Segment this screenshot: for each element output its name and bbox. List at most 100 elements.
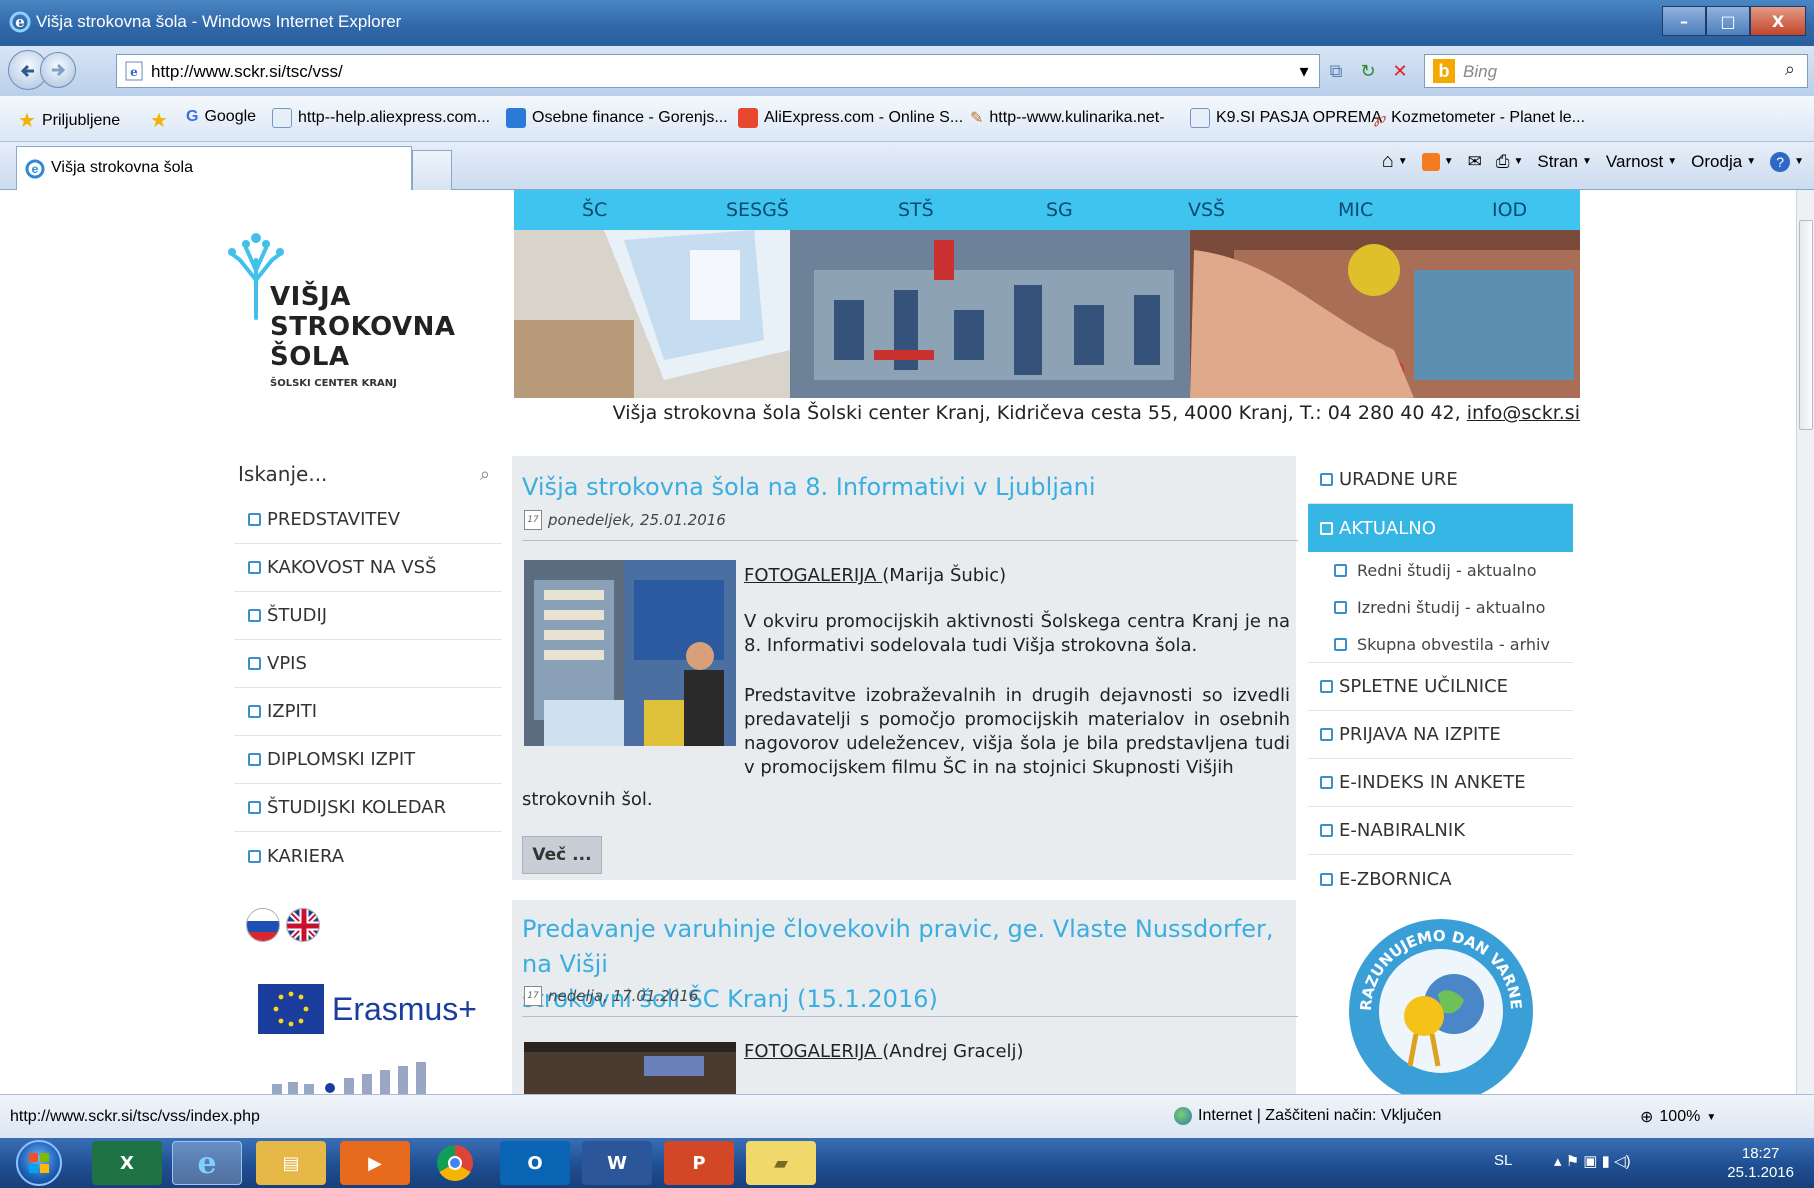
powerpoint-taskbar-icon[interactable]: P (664, 1141, 734, 1185)
help-button[interactable]: ? ▼ (1770, 151, 1804, 172)
print-button[interactable]: ⎙ ▼ (1496, 152, 1524, 172)
fav-item-kozmetometer[interactable]: ℘ Kozmetometer - Planet le... (1374, 108, 1585, 128)
menu-item-studij[interactable]: ŠTUDIJ (234, 592, 502, 640)
close-button[interactable]: X (1750, 6, 1806, 36)
bullet-icon (1320, 473, 1333, 486)
maximize-button[interactable]: □ (1706, 6, 1750, 36)
screen: e Višja strokovna šola - Windows Interne… (0, 0, 1814, 1188)
fav-item-google[interactable]: G Google (186, 108, 256, 126)
school-logo[interactable]: VIŠJA STROKOVNA ŠOLA ŠOLSKI CENTER KRANJ (228, 230, 455, 400)
submenu-item-redni-studij[interactable]: Redni študij - aktualno (1308, 552, 1573, 589)
scroll-thumb[interactable] (1799, 220, 1813, 430)
vertical-scrollbar[interactable] (1796, 190, 1814, 1094)
add-favorite-icon[interactable]: ★ (150, 108, 168, 133)
ie-taskbar-icon[interactable]: e (172, 1141, 242, 1185)
forward-button[interactable] (40, 52, 76, 88)
topnav-iod[interactable]: IOD (1492, 199, 1527, 221)
word-taskbar-icon[interactable]: W (582, 1141, 652, 1185)
zoom-control[interactable]: ⊕ 100% ▼ (1640, 1107, 1716, 1127)
feeds-button[interactable]: ▼ (1421, 152, 1454, 171)
chrome-taskbar-icon[interactable] (420, 1141, 490, 1185)
submenu-item-izredni-studij[interactable]: Izredni študij - aktualno (1308, 589, 1573, 626)
outlook-taskbar-icon[interactable]: O (500, 1141, 570, 1185)
fav-item-osebne-finance[interactable]: Osebne finance - Gorenjs... (506, 108, 728, 128)
fav-item-aliexpress[interactable]: AliExpress.com - Online S... (738, 108, 963, 128)
svg-text:e: e (32, 162, 39, 176)
read-more-button[interactable]: Več ... (522, 836, 602, 874)
search-box[interactable]: b Bing ⌕ (1424, 54, 1808, 88)
status-url: http://www.sckr.si/tsc/vss/index.php (10, 1108, 260, 1125)
mail-button[interactable]: ✉ (1468, 152, 1482, 172)
menu-item-studijski-koledar[interactable]: ŠTUDIJSKI KOLEDAR (234, 784, 502, 832)
article-title[interactable]: Višja strokovna šola na 8. Informativi v… (522, 470, 1096, 505)
menu-item-prijava-na-izpite[interactable]: PRIJAVA NA IZPITE (1308, 711, 1573, 759)
menu-item-e-nabiralnik[interactable]: E-NABIRALNIK (1308, 807, 1573, 855)
security-zone[interactable]: Internet | Zaščiteni način: Vključen (1174, 1107, 1441, 1125)
topnav-sesgs[interactable]: SESGŠ (726, 199, 789, 221)
topnav-sts[interactable]: STŠ (898, 199, 934, 221)
topnav-sc[interactable]: ŠC (582, 199, 607, 221)
home-button[interactable]: ⌂ ▼ (1382, 150, 1408, 173)
menu-item-e-indeks[interactable]: E-INDEKS IN ANKETE (1308, 759, 1573, 807)
search-icon[interactable]: ⌕ (480, 464, 490, 485)
gallery-link[interactable]: FOTOGALERIJA (744, 1041, 882, 1062)
safer-internet-day-badge[interactable]: RAZUNUJEMO DAN VARNE RABE INTERNETA - 10… (1346, 916, 1536, 1094)
start-button[interactable] (16, 1140, 62, 1186)
clock[interactable]: 18:27 25.1.2016 (1727, 1144, 1794, 1182)
menu-item-diplomski-izpit[interactable]: DIPLOMSKI IZPIT (234, 736, 502, 784)
fav-item-kulinarika[interactable]: ✎ http--www.kulinarika.net- (970, 108, 1165, 128)
fav-item-k9[interactable]: K9.SI PASJA OPREMA (1190, 108, 1382, 128)
erasmus-logo[interactable]: Erasmus+ (258, 984, 477, 1034)
topnav-vss[interactable]: VSŠ (1188, 199, 1225, 221)
site-search-input[interactable]: Iskanje... ⌕ (238, 462, 490, 498)
stop-icon[interactable]: ✕ (1386, 54, 1414, 88)
sticky-notes-taskbar-icon[interactable]: ▰ (746, 1141, 816, 1185)
fav-item-aliexpress-help[interactable]: http--help.aliexpress.com... (272, 108, 490, 128)
excel-taskbar-icon[interactable]: X (92, 1141, 162, 1185)
favorites-button[interactable]: ★ Priljubljene (18, 108, 120, 133)
search-icon[interactable]: ⌕ (1785, 59, 1795, 80)
explorer-taskbar-icon[interactable]: ▤ (256, 1141, 326, 1185)
address-bar[interactable]: e http://www.sckr.si/tsc/vss/ (116, 54, 1320, 88)
article-photo[interactable] (524, 1042, 736, 1094)
refresh-icon[interactable]: ↻ (1354, 54, 1382, 88)
menu-item-predstavitev[interactable]: PREDSTAVITEV (234, 496, 502, 544)
menu-item-vpis[interactable]: VPIS (234, 640, 502, 688)
menu-item-uradne-ure[interactable]: URADNE URE (1308, 456, 1573, 504)
tab-visja-strokovna-sola[interactable]: e Višja strokovna šola (16, 146, 412, 190)
bullet-icon (248, 657, 261, 670)
window-title-bar: e Višja strokovna šola - Windows Interne… (0, 0, 1814, 46)
topnav-mic[interactable]: MIC (1338, 199, 1373, 221)
address-dropdown-icon[interactable]: ▾ (1290, 54, 1318, 88)
page-icon: e (125, 61, 143, 81)
menu-item-aktualno[interactable]: AKTUALNO (1308, 504, 1573, 552)
english-flag-icon[interactable] (286, 908, 320, 942)
minimize-button[interactable]: – (1662, 6, 1706, 36)
logo-text: VIŠJA STROKOVNA ŠOLA (270, 282, 456, 372)
email-link[interactable]: info@sckr.si (1467, 402, 1580, 424)
menu-item-e-zbornica[interactable]: E-ZBORNICA (1308, 855, 1573, 903)
page-menu[interactable]: Stran ▼ (1537, 152, 1592, 172)
rss-icon (1421, 152, 1440, 171)
article-gallery-line: FOTOGALERIJA (Marija Šubic) (744, 565, 1007, 586)
article-photo[interactable] (524, 560, 736, 746)
menu-item-kariera[interactable]: KARIERA (234, 832, 502, 880)
tools-menu[interactable]: Orodja ▼ (1691, 152, 1756, 172)
menu-item-izpiti[interactable]: IZPITI (234, 688, 502, 736)
tray-icons[interactable]: ▴ ⚑ ▣ ▮ ◁) (1554, 1152, 1631, 1170)
compat-view-icon[interactable]: ⧉ (1322, 54, 1350, 88)
menu-item-kakovost[interactable]: KAKOVOST NA VSŠ (234, 544, 502, 592)
gallery-link[interactable]: FOTOGALERIJA (744, 565, 882, 586)
slovenian-flag-icon[interactable] (246, 908, 280, 942)
media-player-taskbar-icon[interactable]: ▶ (340, 1141, 410, 1185)
star-icon: ★ (18, 110, 36, 132)
topnav-sg[interactable]: SG (1046, 199, 1073, 221)
menu-item-spletne-ucilnice[interactable]: SPLETNE UČILNICE (1308, 663, 1573, 711)
svg-text:e: e (130, 65, 138, 79)
partner-logo-partial (272, 1062, 426, 1094)
submenu-item-skupna-obvestila[interactable]: Skupna obvestila - arhiv (1308, 626, 1573, 663)
safety-menu[interactable]: Varnost ▼ (1606, 152, 1677, 172)
language-indicator[interactable]: SL (1494, 1152, 1512, 1169)
bullet-icon (1320, 776, 1333, 789)
new-tab-button[interactable] (412, 150, 452, 190)
